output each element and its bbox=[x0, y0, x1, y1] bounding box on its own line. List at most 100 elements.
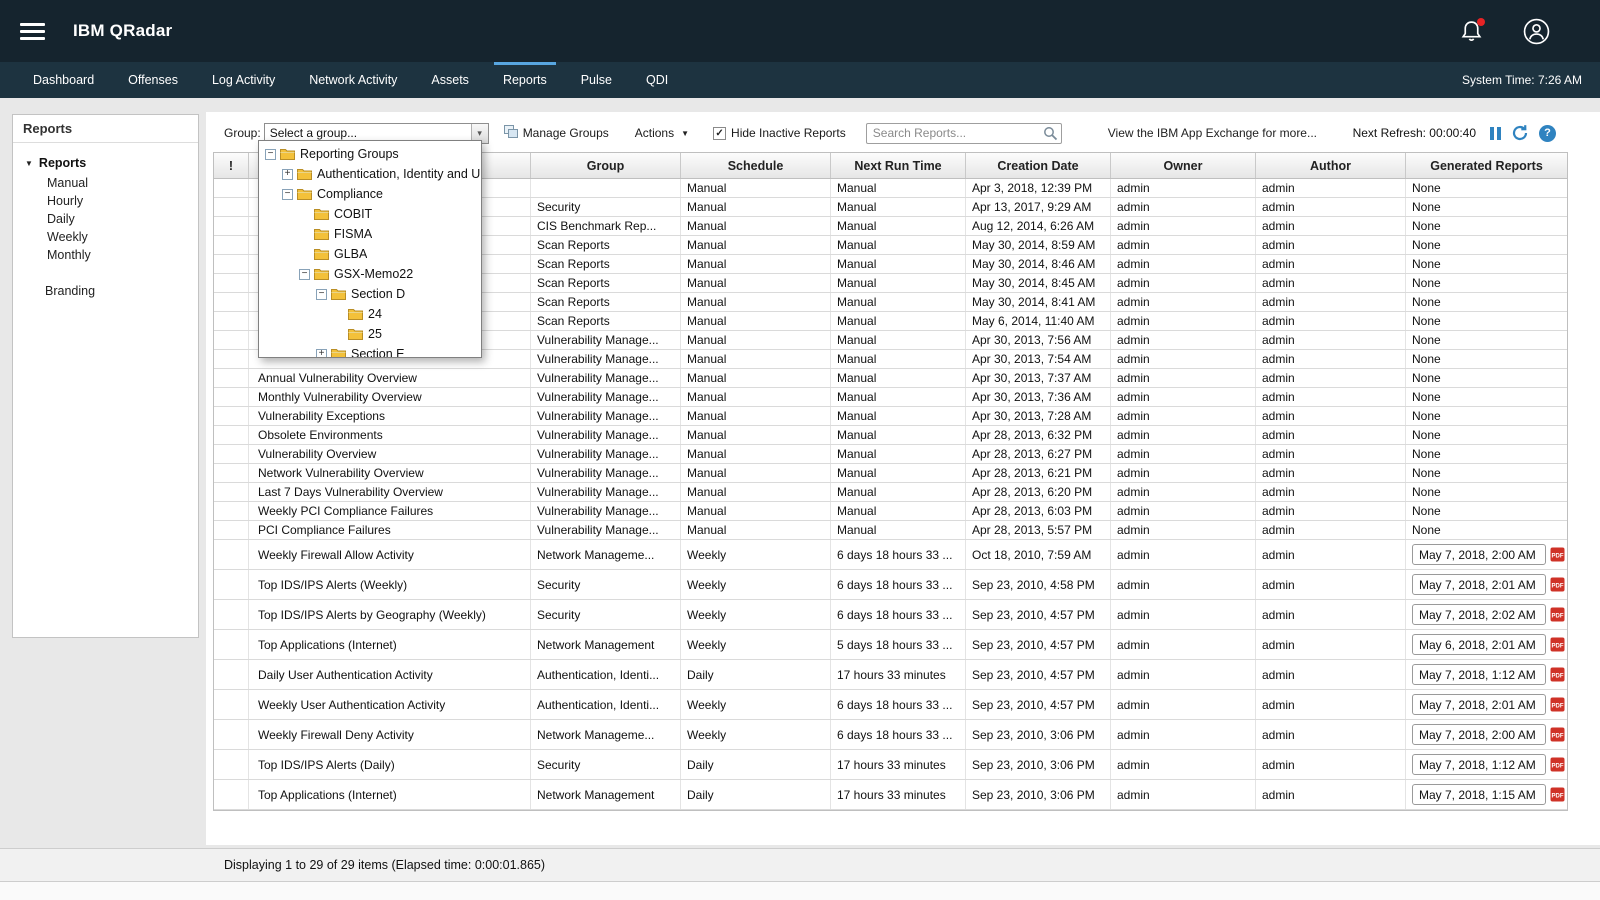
hamburger-menu-icon[interactable] bbox=[20, 22, 45, 40]
generated-report-select[interactable]: May 7, 2018, 2:00 AM bbox=[1412, 544, 1546, 565]
group-tree-item-compliance[interactable]: − Compliance bbox=[259, 184, 481, 204]
pdf-icon[interactable]: PDF bbox=[1550, 727, 1565, 742]
collapse-icon[interactable]: − bbox=[265, 148, 276, 160]
column-header-creation-date[interactable]: Creation Date bbox=[966, 153, 1111, 178]
generated-report-select[interactable]: May 7, 2018, 2:02 AM bbox=[1412, 604, 1546, 625]
expand-icon[interactable]: + bbox=[282, 168, 293, 180]
generated-report-select[interactable]: May 7, 2018, 2:01 AM bbox=[1412, 694, 1546, 715]
pdf-icon[interactable]: PDF bbox=[1550, 697, 1565, 712]
generated-report-select[interactable]: May 7, 2018, 2:00 AM bbox=[1412, 724, 1546, 745]
refresh-button[interactable] bbox=[1511, 124, 1529, 142]
column-header-group[interactable]: Group bbox=[531, 153, 681, 178]
group-tree-item-gsx-memo22[interactable]: − GSX-Memo22 bbox=[259, 264, 481, 284]
tab-offenses[interactable]: Offenses bbox=[111, 62, 195, 98]
group-tree-item-24[interactable]: 24 bbox=[259, 304, 481, 324]
table-row[interactable]: Weekly Firewall Allow Activity Network Ma… bbox=[214, 540, 1567, 570]
cell-generated-reports: None bbox=[1412, 333, 1441, 347]
group-tree-item-cobit[interactable]: COBIT bbox=[259, 204, 481, 224]
tab-log-activity[interactable]: Log Activity bbox=[195, 62, 292, 98]
pdf-icon[interactable]: PDF bbox=[1550, 757, 1565, 772]
sidebar-root-reports[interactable]: ▼ Reports bbox=[25, 156, 198, 170]
group-tree-item-authentication-identity-and-u[interactable]: + Authentication, Identity and U bbox=[259, 164, 481, 184]
collapse-icon[interactable]: − bbox=[282, 188, 293, 200]
pdf-icon[interactable]: PDF bbox=[1550, 607, 1565, 622]
sidebar-item-hourly[interactable]: Hourly bbox=[47, 194, 198, 208]
expand-icon[interactable]: + bbox=[316, 348, 327, 357]
hide-inactive-checkbox[interactable]: ✓ bbox=[713, 126, 727, 140]
table-row[interactable]: Last 7 Days Vulnerability Overview Vulner… bbox=[214, 483, 1567, 502]
generated-report-select[interactable]: May 7, 2018, 1:12 AM bbox=[1412, 664, 1546, 685]
column-header-generated-reports[interactable]: Generated Reports bbox=[1406, 153, 1567, 178]
table-row[interactable]: Weekly User Authentication Activity Authe… bbox=[214, 690, 1567, 720]
tab-network-activity[interactable]: Network Activity bbox=[292, 62, 414, 98]
table-row[interactable]: Weekly Firewall Deny Activity Network Man… bbox=[214, 720, 1567, 750]
column-header-flag[interactable]: ! bbox=[214, 153, 249, 178]
sidebar-title: Reports bbox=[13, 115, 198, 143]
sidebar-item-branding[interactable]: Branding bbox=[45, 284, 198, 298]
tree-expanded-caret-icon[interactable]: ▼ bbox=[25, 159, 33, 168]
search-icon[interactable] bbox=[1043, 126, 1058, 141]
sidebar-item-monthly[interactable]: Monthly bbox=[47, 248, 198, 262]
table-row[interactable]: Vulnerability Overview Vulnerability Mana… bbox=[214, 445, 1567, 464]
table-row[interactable]: PCI Compliance Failures Vulnerability Man… bbox=[214, 521, 1567, 540]
sidebar-item-daily[interactable]: Daily bbox=[47, 212, 198, 226]
pdf-icon[interactable]: PDF bbox=[1550, 577, 1565, 592]
tab-qdi[interactable]: QDI bbox=[629, 62, 685, 98]
group-tree-item-section-d[interactable]: − Section D bbox=[259, 284, 481, 304]
group-tree-item-reporting-groups[interactable]: − Reporting Groups bbox=[259, 144, 481, 164]
pdf-icon[interactable]: PDF bbox=[1550, 667, 1565, 682]
cell-created: May 6, 2014, 11:40 AM bbox=[966, 312, 1111, 330]
table-row[interactable]: Top IDS/IPS Alerts by Geography (Weekly)… bbox=[214, 600, 1567, 630]
tab-assets[interactable]: Assets bbox=[414, 62, 486, 98]
row-flag-cell bbox=[214, 502, 249, 520]
search-input[interactable] bbox=[865, 122, 1062, 144]
table-row[interactable]: Vulnerability Exceptions Vulnerability Ma… bbox=[214, 407, 1567, 426]
notifications-bell-icon[interactable] bbox=[1460, 17, 1485, 44]
group-tree-item-glba[interactable]: GLBA bbox=[259, 244, 481, 264]
table-row[interactable]: Top IDS/IPS Alerts (Daily) Security Daily 1… bbox=[214, 750, 1567, 780]
table-row[interactable]: Weekly PCI Compliance Failures Vulnerabil… bbox=[214, 502, 1567, 521]
pdf-icon[interactable]: PDF bbox=[1550, 637, 1565, 652]
row-flag-cell bbox=[214, 388, 249, 406]
pdf-icon[interactable]: PDF bbox=[1550, 787, 1565, 802]
folder-icon bbox=[314, 268, 329, 280]
generated-report-select[interactable]: May 7, 2018, 2:01 AM bbox=[1412, 574, 1546, 595]
cell-schedule: Manual bbox=[681, 255, 831, 273]
table-row[interactable]: Monthly Vulnerability Overview Vulnerabil… bbox=[214, 388, 1567, 407]
table-row[interactable]: Daily User Authentication Activity Authen… bbox=[214, 660, 1567, 690]
cell-created: Sep 23, 2010, 3:06 PM bbox=[966, 720, 1111, 749]
generated-report-select[interactable]: May 7, 2018, 1:15 AM bbox=[1412, 784, 1546, 805]
group-tree-item-section-e[interactable]: + Section E bbox=[259, 344, 481, 357]
column-header-schedule[interactable]: Schedule bbox=[681, 153, 831, 178]
table-row[interactable]: Top IDS/IPS Alerts (Weekly) Security Weekl… bbox=[214, 570, 1567, 600]
hide-inactive-reports-toggle[interactable]: ✓ Hide Inactive Reports bbox=[713, 126, 846, 140]
table-row[interactable]: Network Vulnerability Overview Vulnerabil… bbox=[214, 464, 1567, 483]
table-row[interactable]: Annual Vulnerability Overview Vulnerabili… bbox=[214, 369, 1567, 388]
table-row[interactable]: Obsolete Environments Vulnerability Manag… bbox=[214, 426, 1567, 445]
user-account-icon[interactable] bbox=[1523, 18, 1550, 45]
generated-report-select[interactable]: May 6, 2018, 2:01 AM bbox=[1412, 634, 1546, 655]
table-row[interactable]: Top Applications (Internet) Network Manag… bbox=[214, 630, 1567, 660]
tab-dashboard[interactable]: Dashboard bbox=[16, 62, 111, 98]
column-header-owner[interactable]: Owner bbox=[1111, 153, 1256, 178]
pause-refresh-button[interactable] bbox=[1490, 126, 1501, 140]
app-exchange-link[interactable]: View the IBM App Exchange for more... bbox=[1108, 126, 1317, 140]
generated-report-select[interactable]: May 7, 2018, 1:12 AM bbox=[1412, 754, 1546, 775]
sidebar-item-weekly[interactable]: Weekly bbox=[47, 230, 198, 244]
manage-groups-button[interactable]: Manage Groups bbox=[503, 125, 609, 141]
column-header-author[interactable]: Author bbox=[1256, 153, 1406, 178]
group-tree-item-fisma[interactable]: FISMA bbox=[259, 224, 481, 244]
pdf-icon[interactable]: PDF bbox=[1550, 547, 1565, 562]
group-tree-item-25[interactable]: 25 bbox=[259, 324, 481, 344]
tab-reports[interactable]: Reports bbox=[486, 62, 564, 98]
sidebar-item-manual[interactable]: Manual bbox=[47, 176, 198, 190]
table-row[interactable]: Top Applications (Internet) Network Manag… bbox=[214, 780, 1567, 810]
cell-generated-reports: None bbox=[1412, 409, 1441, 423]
collapse-icon[interactable]: − bbox=[316, 288, 327, 300]
tab-pulse[interactable]: Pulse bbox=[564, 62, 629, 98]
column-header-next-run-time[interactable]: Next Run Time bbox=[831, 153, 966, 178]
actions-menu-button[interactable]: Actions ▼ bbox=[635, 126, 689, 140]
cell-created: Apr 30, 2013, 7:54 AM bbox=[966, 350, 1111, 368]
help-button[interactable]: ? bbox=[1539, 124, 1556, 142]
collapse-icon[interactable]: − bbox=[299, 268, 310, 280]
